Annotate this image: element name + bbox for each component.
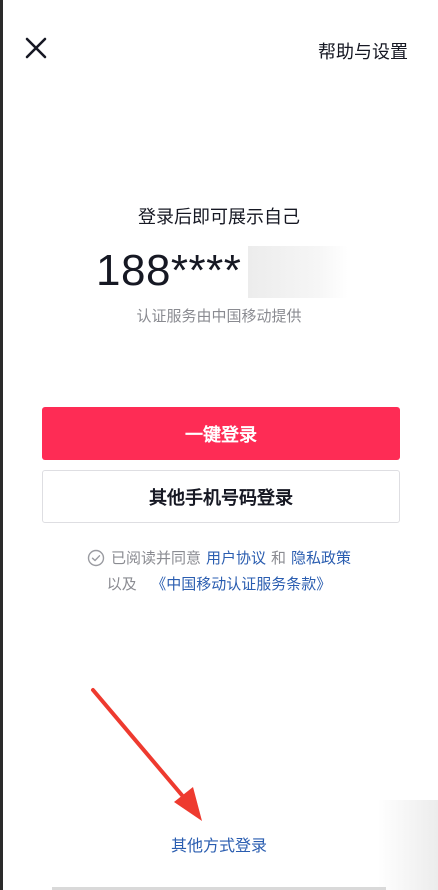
close-button[interactable]: [20, 32, 52, 64]
user-agreement-link[interactable]: 用户协议: [206, 547, 266, 568]
close-icon: [25, 37, 47, 59]
circle-check-icon[interactable]: [87, 549, 105, 567]
login-title: 登录后即可展示自己: [138, 207, 300, 228]
agreement-line-1: 已阅读并同意 用户协议 和 隐私政策: [0, 547, 438, 568]
phone-redaction-mask: [248, 246, 348, 298]
bottom-right-shade: [378, 800, 438, 890]
phone-number-row: 188****: [96, 244, 241, 298]
auth-provider-note: 认证服务由中国移动提供: [136, 307, 302, 325]
agreement-also: 以及: [106, 575, 137, 593]
agreement-prefix: 已阅读并同意: [110, 549, 201, 567]
help-settings-link[interactable]: 帮助与设置: [318, 38, 408, 64]
one-click-login-button[interactable]: 一键登录: [42, 407, 400, 460]
agreement-and: 和: [271, 549, 287, 567]
other-phone-login-button[interactable]: 其他手机号码登录: [42, 470, 400, 523]
masked-phone-number: 188****: [96, 246, 242, 295]
other-login-methods-link[interactable]: 其他方式登录: [0, 832, 438, 856]
privacy-policy-link[interactable]: 隐私政策: [291, 547, 351, 568]
window-left-edge: [0, 0, 3, 890]
cmcc-terms-link[interactable]: 《中国移动认证服务条款》: [151, 575, 331, 593]
agreement-line-2: 以及 《中国移动认证服务条款》: [0, 573, 438, 594]
